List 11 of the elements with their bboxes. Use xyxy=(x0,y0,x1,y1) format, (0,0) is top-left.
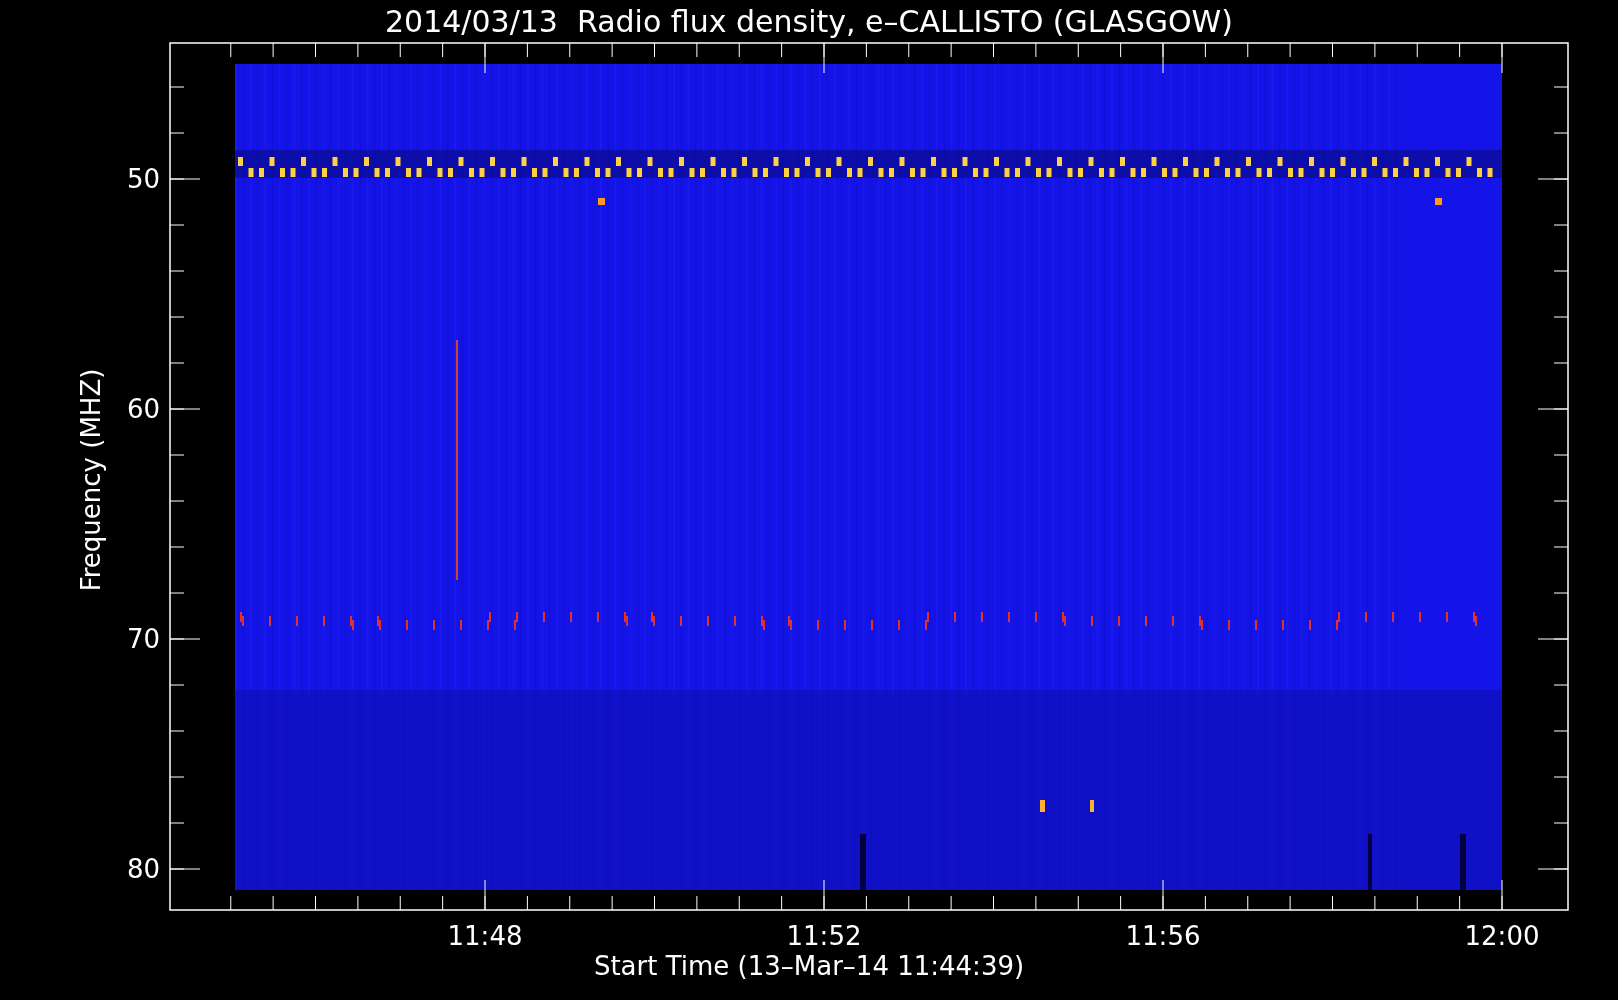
y-tick-label: 60 xyxy=(126,394,160,424)
x-axis-label: Start Time (13–Mar–14 11:44:39) xyxy=(593,951,1025,981)
x-tick-label: 11:56 xyxy=(1125,921,1201,951)
x-tick-label: 12:00 xyxy=(1464,921,1540,951)
chart-title: 2014/03/13 Radio flux density, e–CALLISTO (GLASGOW) xyxy=(385,4,1233,39)
y-axis-label: Frequency (MHZ) xyxy=(76,368,106,592)
y-tick-label: 50 xyxy=(126,164,160,194)
y-tick-label: 70 xyxy=(126,624,160,654)
x-tick-label: 11:48 xyxy=(447,921,523,951)
y-tick-label: 80 xyxy=(126,854,160,884)
x-tick-label: 11:52 xyxy=(786,921,862,951)
